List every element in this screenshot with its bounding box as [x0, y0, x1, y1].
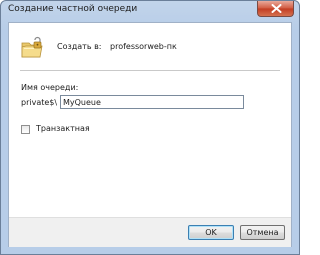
- window-title: Создание частной очереди: [8, 4, 138, 14]
- transactional-label[interactable]: Транзактная: [36, 124, 90, 133]
- create-in-computer: professorweb-пк: [110, 42, 177, 51]
- close-button[interactable]: [257, 1, 294, 17]
- title-bar[interactable]: Создание частной очереди: [1, 1, 299, 20]
- close-icon: [271, 4, 282, 13]
- transactional-checkbox[interactable]: [21, 125, 30, 134]
- queue-name-label: Имя очереди:: [21, 83, 79, 92]
- create-in-label: Создать в:: [57, 42, 102, 51]
- button-bar: OK Отмена: [9, 217, 291, 247]
- dialog-content: Создать в: professorweb-пк Имя очереди: …: [8, 22, 292, 247]
- cancel-button[interactable]: Отмена: [240, 225, 285, 240]
- dialog-window: Создание частной очереди Создать в: prof…: [0, 0, 300, 255]
- queue-prefix-label: private$\: [21, 98, 58, 107]
- ok-button[interactable]: OK: [188, 225, 234, 240]
- private-queue-folder-icon: [21, 36, 43, 58]
- queue-name-input[interactable]: [60, 95, 244, 109]
- separator: [20, 70, 280, 72]
